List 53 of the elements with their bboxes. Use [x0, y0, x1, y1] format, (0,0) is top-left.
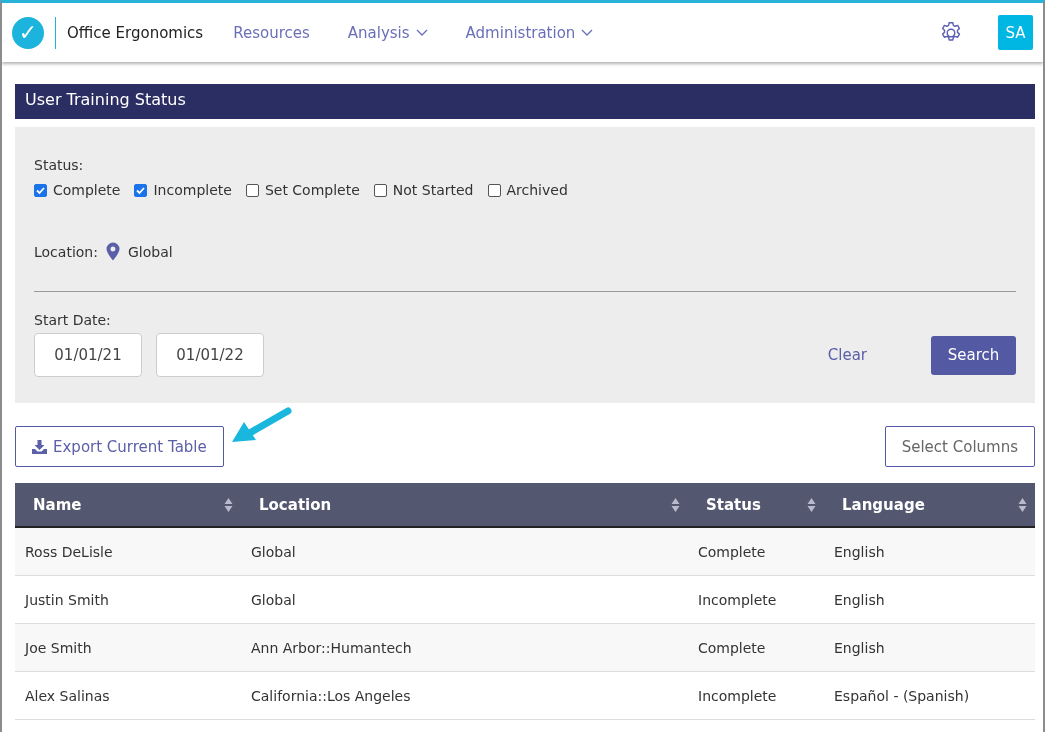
checkbox-label: Complete [53, 182, 121, 198]
date-field[interactable]: 01/01/22 [156, 333, 264, 377]
checkbox[interactable] [34, 183, 47, 197]
column-header[interactable]: Status [688, 483, 824, 527]
nav-link[interactable]: Analysis [347, 23, 428, 42]
table-cell: Joe Smith [15, 623, 241, 672]
app-name: Office Ergonomics [67, 23, 204, 42]
table-cell: Complete [688, 623, 824, 672]
table-cell: Incomplete [688, 575, 824, 624]
column-header[interactable]: Language [824, 483, 1035, 527]
table-cell: Incomplete [688, 671, 824, 720]
checkbox[interactable] [487, 183, 501, 197]
table-cell: Alex Salinas [15, 671, 241, 720]
checkbox-label: Not Started [392, 182, 474, 198]
checkbox-label: Incomplete [153, 182, 232, 198]
download-icon [32, 439, 47, 454]
table-cell: Justin Smith [15, 575, 241, 624]
status-label: Status: [34, 157, 85, 173]
table-cell: Global [241, 575, 688, 624]
search-button[interactable]: Search [931, 335, 1016, 375]
nav-link[interactable]: Administration [465, 23, 594, 42]
checkbox-label: Archived [506, 182, 568, 198]
chevron-down-icon [581, 28, 594, 37]
checkbox[interactable] [245, 183, 259, 197]
date-field[interactable]: 01/01/21 [34, 333, 142, 377]
select-columns-button[interactable]: Select Columns [884, 426, 1035, 467]
table-cell: Ann Arbor::Humantech [241, 623, 688, 672]
table-cell: Español - (Spanish) [824, 671, 1035, 720]
table-cell: Ross DeLisle [15, 527, 241, 576]
location-label: Location: [34, 243, 98, 260]
table-cell: California::Los Angeles [241, 671, 688, 720]
page-title: User Training Status [15, 84, 1035, 119]
sort-icon [224, 496, 233, 513]
column-header[interactable]: Location [241, 483, 688, 527]
table-cell: English [824, 527, 1035, 576]
table-cell: English [824, 575, 1035, 624]
export-button[interactable]: Export Current Table [15, 426, 224, 467]
nav-link[interactable]: Resources [233, 23, 310, 42]
checkbox-label: Set Complete [264, 182, 360, 198]
column-header[interactable]: Name [15, 483, 241, 527]
sort-icon [807, 496, 816, 513]
start-date-label: Start Date: [34, 312, 112, 328]
chevron-down-icon [415, 28, 428, 37]
table-cell: Complete [688, 527, 824, 576]
table-cell: Global [241, 527, 688, 576]
location-value[interactable]: Global [127, 243, 173, 260]
map-pin-icon [105, 242, 120, 261]
clear-button[interactable]: Clear [821, 345, 873, 365]
sort-icon [671, 496, 680, 513]
checkbox[interactable] [134, 183, 148, 197]
checkbox[interactable] [373, 183, 387, 197]
sort-icon [1018, 496, 1027, 513]
table-cell: English [824, 623, 1035, 672]
